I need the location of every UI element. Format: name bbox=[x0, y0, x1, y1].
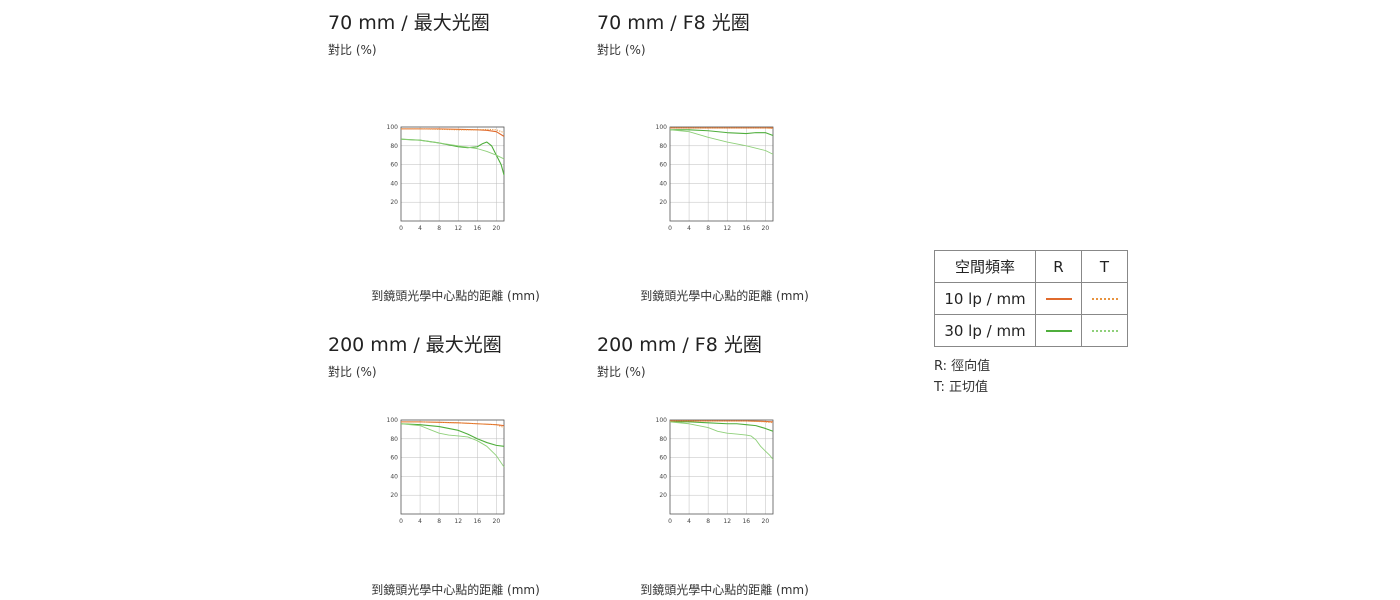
x-tick-label: 12 bbox=[723, 518, 731, 525]
chart-title: 70 mm / F8 光圈 bbox=[597, 12, 750, 34]
y-tick-label: 40 bbox=[659, 180, 667, 187]
x-tick-label: 16 bbox=[473, 518, 481, 525]
legend-swatch-cell bbox=[1081, 282, 1128, 315]
x-tick-label: 4 bbox=[687, 225, 691, 232]
mtf-plot: 0 4 8 12 16 20 20 40 60 80 100 bbox=[387, 124, 505, 232]
x-tick-label: 20 bbox=[493, 518, 501, 525]
spatial-frequency-legend: 空間頻率 R T 10 lp / mm 30 lp / mm bbox=[934, 250, 1128, 347]
y-tick-label: 80 bbox=[659, 143, 667, 150]
y-axis-label: 對比 (%) bbox=[328, 43, 377, 57]
x-tick-label: 0 bbox=[399, 518, 403, 525]
y-tick-label: 80 bbox=[390, 436, 398, 443]
y-tick-label: 40 bbox=[390, 180, 398, 187]
x-tick-label: 0 bbox=[399, 225, 403, 232]
plot-frame bbox=[669, 419, 774, 515]
legend-row: 10 lp / mm bbox=[934, 282, 1128, 315]
x-axis-label: 到鏡頭光學中心點的距離 (mm) bbox=[640, 583, 809, 597]
mtf-chart-70mm-f8: 70 mm / F8 光圈 對比 (%) 0 4 8 12 16 20 20 40 60 80 10… bbox=[597, 8, 857, 308]
legend-notes: R: 徑向值 T: 正切值 bbox=[934, 356, 990, 398]
x-tick-label: 20 bbox=[493, 225, 501, 232]
x-axis-label: 到鏡頭光學中心點的距離 (mm) bbox=[371, 583, 540, 597]
series-line-t30 bbox=[400, 138, 505, 160]
y-axis-label: 對比 (%) bbox=[597, 43, 646, 57]
series-line-t30 bbox=[669, 421, 774, 460]
y-tick-label: 60 bbox=[390, 455, 398, 462]
y-tick-label: 60 bbox=[659, 455, 667, 462]
x-tick-label: 12 bbox=[454, 518, 462, 525]
y-axis-label: 對比 (%) bbox=[597, 365, 646, 379]
legend-header-r: R bbox=[1035, 250, 1082, 283]
x-tick-label: 8 bbox=[706, 225, 710, 232]
y-axis-label: 對比 (%) bbox=[328, 365, 377, 379]
y-tick-label: 100 bbox=[656, 124, 668, 131]
x-tick-label: 12 bbox=[723, 225, 731, 232]
chart-title: 70 mm / 最大光圈 bbox=[328, 12, 490, 34]
x-tick-label: 4 bbox=[687, 518, 691, 525]
x-axis-label: 到鏡頭光學中心點的距離 (mm) bbox=[640, 289, 809, 303]
x-tick-label: 16 bbox=[742, 225, 750, 232]
mtf-plot: 0 4 8 12 16 20 20 40 60 80 100 bbox=[656, 124, 774, 232]
y-tick-label: 40 bbox=[390, 473, 398, 480]
x-axis-label: 到鏡頭光學中心點的距離 (mm) bbox=[371, 289, 540, 303]
legend-swatch-r30 bbox=[1045, 330, 1072, 332]
y-tick-label: 20 bbox=[390, 199, 398, 206]
legend-row-label: 30 lp / mm bbox=[934, 314, 1036, 347]
x-tick-label: 0 bbox=[668, 225, 672, 232]
legend-swatch-r10 bbox=[1045, 298, 1072, 300]
legend-swatch-t10 bbox=[1091, 298, 1118, 300]
x-tick-label: 12 bbox=[454, 225, 462, 232]
legend-swatch-cell bbox=[1081, 314, 1128, 347]
mtf-chart-200mm-max-aperture: 200 mm / 最大光圈 對比 (%) 0 4 8 12 16 20 20 40 60 80 10… bbox=[328, 330, 588, 600]
y-tick-label: 100 bbox=[387, 417, 399, 424]
x-tick-label: 4 bbox=[418, 225, 422, 232]
x-tick-label: 8 bbox=[437, 225, 441, 232]
legend-header-row: 空間頻率 R T bbox=[934, 250, 1128, 283]
mtf-plot: 0 4 8 12 16 20 20 40 60 80 100 bbox=[656, 417, 774, 525]
legend-swatch-t30 bbox=[1091, 330, 1118, 332]
legend-row: 30 lp / mm bbox=[934, 314, 1128, 347]
mtf-chart-70mm-max-aperture: 70 mm / 最大光圈 對比 (%) 0 4 8 12 16 20 20 40 60 80 100… bbox=[328, 8, 588, 308]
y-tick-label: 60 bbox=[659, 162, 667, 169]
series-line-r30 bbox=[670, 129, 774, 136]
chart-title: 200 mm / F8 光圈 bbox=[597, 334, 762, 356]
note-tangential: T: 正切值 bbox=[934, 380, 989, 395]
y-tick-label: 80 bbox=[390, 143, 398, 150]
plot-frame bbox=[669, 126, 774, 222]
plot-frame bbox=[400, 419, 505, 515]
legend-swatch-cell bbox=[1035, 314, 1082, 347]
x-tick-label: 8 bbox=[706, 518, 710, 525]
y-tick-label: 100 bbox=[387, 124, 399, 131]
legend-row-label: 10 lp / mm bbox=[934, 282, 1036, 315]
series-line-t30 bbox=[400, 423, 505, 468]
y-tick-label: 20 bbox=[390, 492, 398, 499]
x-tick-label: 20 bbox=[762, 225, 770, 232]
legend-header-t: T bbox=[1081, 250, 1128, 283]
y-tick-label: 20 bbox=[659, 492, 667, 499]
x-tick-label: 0 bbox=[668, 518, 672, 525]
x-tick-label: 8 bbox=[437, 518, 441, 525]
y-tick-label: 100 bbox=[656, 417, 668, 424]
chart-title: 200 mm / 最大光圈 bbox=[328, 334, 502, 356]
x-tick-label: 16 bbox=[473, 225, 481, 232]
y-tick-label: 40 bbox=[659, 473, 667, 480]
mtf-plot: 0 4 8 12 16 20 20 40 60 80 100 bbox=[387, 417, 505, 525]
x-tick-label: 4 bbox=[418, 518, 422, 525]
legend-header-frequency: 空間頻率 bbox=[934, 250, 1036, 283]
x-tick-label: 16 bbox=[742, 518, 750, 525]
y-tick-label: 60 bbox=[390, 162, 398, 169]
legend-swatch-cell bbox=[1035, 282, 1082, 315]
y-tick-label: 20 bbox=[659, 199, 667, 206]
y-tick-label: 80 bbox=[659, 436, 667, 443]
note-radial: R: 徑向值 bbox=[934, 359, 991, 374]
x-tick-label: 20 bbox=[762, 518, 770, 525]
series-line-t30 bbox=[669, 129, 774, 155]
mtf-chart-200mm-f8: 200 mm / F8 光圈 對比 (%) 0 4 8 12 16 20 20 40 60 80 1… bbox=[597, 330, 857, 600]
plot-frame bbox=[400, 126, 505, 222]
